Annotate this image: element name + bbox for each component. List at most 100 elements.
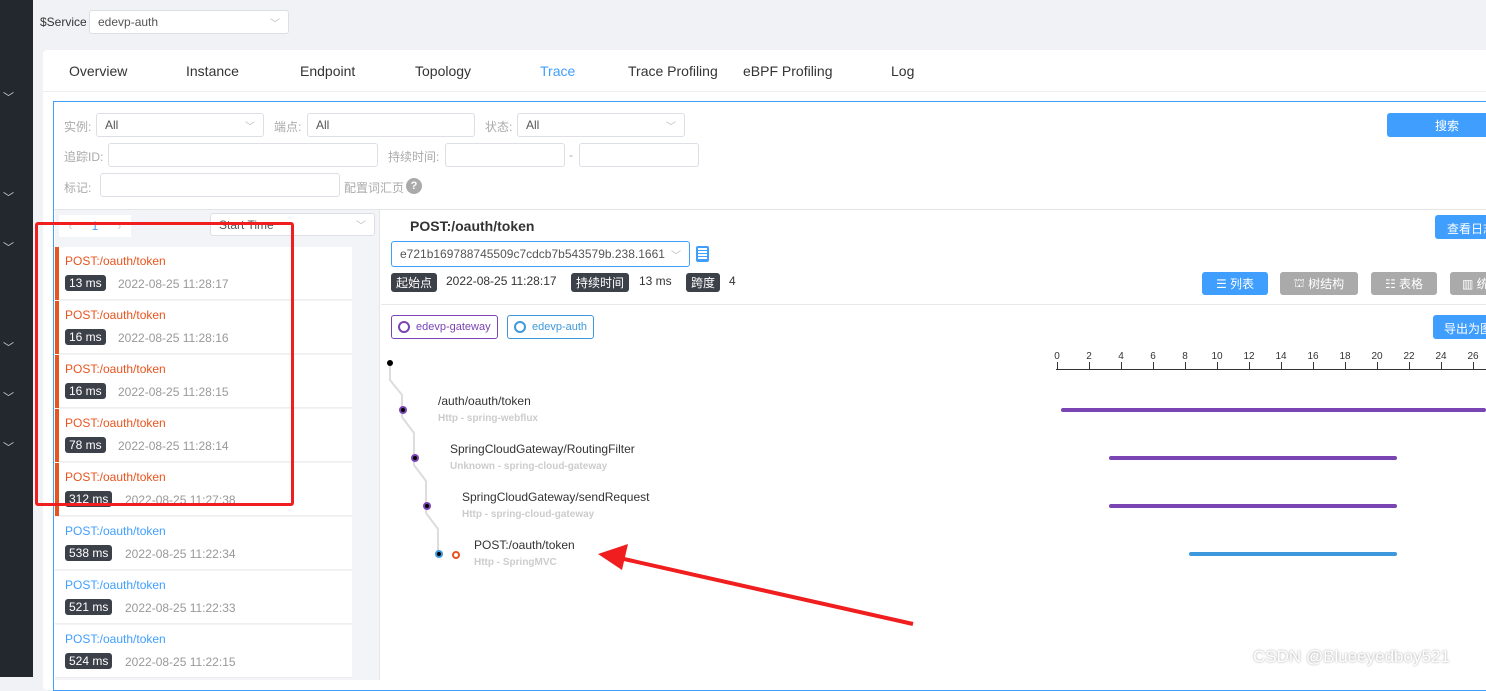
status-select[interactable]: All ﹀: [517, 113, 685, 137]
chevron-down-icon: ﹀: [671, 250, 681, 262]
copy-icon[interactable]: [696, 246, 709, 262]
trace-title: POST:/oauth/token: [410, 218, 535, 234]
annotation-box: [35, 222, 294, 506]
span-tree-lines: [389, 363, 439, 555]
help-icon[interactable]: ?: [406, 178, 422, 194]
item-time: 2022-08-25 11:22:33: [125, 601, 236, 615]
tab-topology[interactable]: Topology: [415, 63, 471, 79]
span-component: Unknown - spring-cloud-gateway: [450, 461, 608, 472]
axis-tick: [1281, 362, 1282, 369]
span-bar[interactable]: [1189, 552, 1397, 556]
list-view-button[interactable]: ☰ 列表: [1202, 272, 1268, 295]
start-value: 2022-08-25 11:28:17: [446, 274, 557, 288]
span-name[interactable]: /auth/oauth/token: [438, 394, 531, 408]
duration-separator: -: [569, 148, 573, 162]
span-name[interactable]: POST:/oauth/token: [474, 538, 575, 552]
table-view-button[interactable]: ☷ 表格: [1371, 272, 1437, 295]
axis-tick-label: 8: [1182, 351, 1188, 362]
trace-id-input[interactable]: [108, 143, 378, 167]
chevron-down-icon[interactable]: ﹀: [3, 339, 14, 355]
statistics-view-button[interactable]: ▥ 统计: [1450, 272, 1486, 295]
tab-endpoint[interactable]: Endpoint: [300, 63, 355, 79]
tab-instance[interactable]: Instance: [186, 63, 239, 79]
chevron-down-icon[interactable]: ﹀: [3, 389, 14, 405]
item-time: 2022-08-25 11:22:34: [125, 547, 236, 561]
span-bar[interactable]: [1061, 408, 1486, 412]
axis-tick: [1409, 362, 1410, 369]
tab-log[interactable]: Log: [891, 63, 914, 79]
axis-tick-label: 24: [1435, 351, 1447, 362]
span-bar[interactable]: [1109, 504, 1397, 508]
endpoint-value: All: [316, 118, 330, 132]
instance-select[interactable]: All ﹀: [96, 113, 264, 137]
span-bar[interactable]: [1109, 456, 1397, 460]
axis-tick: [1313, 362, 1314, 369]
tab-ebpf-profiling[interactable]: eBPF Profiling: [743, 63, 832, 79]
start-label: 起始点: [391, 273, 438, 292]
axis-tick-label: 16: [1307, 351, 1319, 362]
trace-id-value: e721b169788745509c7cdcb7b543579b.238.166…: [400, 247, 665, 261]
span-node-icon: [399, 406, 407, 414]
tag-input[interactable]: [100, 173, 340, 197]
status-label: 状态:: [485, 120, 513, 134]
tab-overview[interactable]: Overview: [69, 63, 127, 79]
service-name: edevp-auth: [532, 321, 588, 333]
axis-tick-label: 2: [1086, 351, 1092, 362]
axis-tick: [1473, 362, 1474, 369]
duration-label: 持续时间: [571, 273, 630, 292]
span-component: Http - spring-cloud-gateway: [462, 509, 595, 520]
service-label: $Service: [40, 15, 87, 29]
divider: [43, 91, 1486, 92]
axis-tick: [1057, 362, 1058, 369]
item-duration: 524 ms: [65, 653, 113, 669]
service-name: edevp-gateway: [416, 321, 491, 333]
search-button[interactable]: 搜索: [1387, 113, 1486, 137]
chevron-down-icon[interactable]: ﹀: [3, 439, 14, 455]
trace-list-item[interactable]: POST:/oauth/token 524 ms 2022-08-25 11:22:…: [55, 625, 352, 678]
axis-tick-label: 22: [1403, 351, 1415, 362]
axis-tick: [1441, 362, 1442, 369]
axis-tick: [1153, 362, 1154, 369]
config-link[interactable]: 配置词汇页: [344, 179, 404, 196]
trace-id-label: 追踪ID:: [64, 150, 104, 164]
duration-value: 13 ms: [639, 274, 672, 288]
spans-value: 4: [729, 274, 736, 288]
spans-label: 跨度: [686, 273, 721, 292]
export-image-button[interactable]: 导出为图片: [1433, 315, 1486, 339]
span-name[interactable]: SpringCloudGateway/sendRequest: [462, 490, 649, 504]
chevron-down-icon[interactable]: ﹀: [3, 89, 14, 105]
span-name[interactable]: SpringCloudGateway/RoutingFilter: [450, 442, 635, 456]
endpoint-input[interactable]: All: [307, 113, 475, 137]
chevron-down-icon: ﹀: [666, 121, 676, 133]
span-component: Http - SpringMVC: [474, 557, 557, 568]
duration-min-input[interactable]: [445, 143, 565, 167]
view-logs-button[interactable]: 查看日志: [1435, 215, 1486, 239]
span-node-icon: [411, 454, 419, 462]
watermark: CSDN @Blueeyedboy521: [1253, 647, 1450, 666]
service-select[interactable]: edevp-auth ﹀: [89, 10, 289, 34]
tab-trace-profiling[interactable]: Trace Profiling: [628, 63, 718, 79]
trace-list-item[interactable]: POST:/oauth/token 538 ms 2022-08-25 11:22:…: [55, 517, 352, 570]
chevron-down-icon[interactable]: ﹀: [3, 239, 14, 255]
span-component: Http - spring-webflux: [438, 413, 538, 424]
axis-tick-label: 10: [1211, 351, 1223, 362]
tree-icon: ⛫: [1293, 275, 1309, 290]
tree-view-button[interactable]: ⛫ 树结构: [1280, 272, 1358, 295]
axis-tick: [1089, 362, 1090, 369]
trace-id-select[interactable]: e721b169788745509c7cdcb7b543579b.238.166…: [391, 241, 690, 267]
item-endpoint: POST:/oauth/token: [65, 578, 166, 592]
tab-trace[interactable]: Trace: [540, 63, 575, 79]
statistics-view-label: 统计: [1476, 277, 1486, 291]
trace-list-item[interactable]: POST:/oauth/token 521 ms 2022-08-25 11:22:…: [55, 571, 352, 624]
axis-tick: [1249, 362, 1250, 369]
list-icon: ☰: [1215, 276, 1231, 291]
circle-icon: [398, 321, 410, 333]
chevron-down-icon[interactable]: ﹀: [3, 189, 14, 205]
axis-tick: [1121, 362, 1122, 369]
chevron-down-icon: ﹀: [356, 221, 366, 232]
duration-max-input[interactable]: [579, 143, 699, 167]
service-legend-gateway[interactable]: edevp-gateway: [391, 315, 498, 339]
status-value: All: [526, 118, 540, 132]
service-legend-auth[interactable]: edevp-auth: [507, 315, 595, 339]
tag-label: 标记:: [64, 181, 92, 195]
